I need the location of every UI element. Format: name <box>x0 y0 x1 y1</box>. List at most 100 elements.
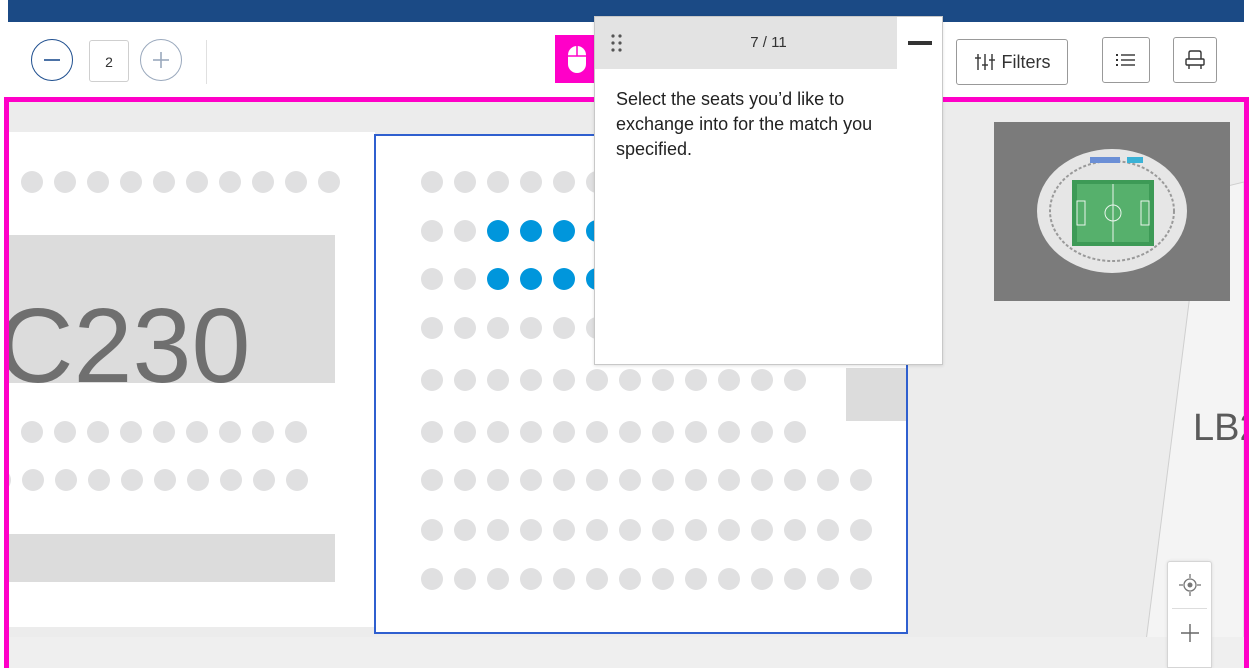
seat[interactable] <box>219 421 241 443</box>
seat[interactable] <box>718 519 740 541</box>
seat[interactable] <box>520 469 542 491</box>
seat[interactable] <box>186 171 208 193</box>
seat[interactable] <box>652 369 674 391</box>
seat[interactable] <box>487 421 509 443</box>
seat[interactable] <box>652 568 674 590</box>
seat[interactable] <box>454 317 476 339</box>
select-mode-button[interactable] <box>555 35 599 83</box>
stadium-overview-minimap[interactable] <box>994 122 1230 301</box>
seat[interactable] <box>454 220 476 242</box>
seat[interactable] <box>421 268 443 290</box>
seat[interactable] <box>784 421 806 443</box>
zoom-in-button[interactable] <box>1168 610 1211 656</box>
seat[interactable] <box>685 421 707 443</box>
seat[interactable] <box>784 568 806 590</box>
seat[interactable] <box>751 519 773 541</box>
seat[interactable] <box>553 469 575 491</box>
increase-quantity-button[interactable] <box>140 39 182 81</box>
selected-seat[interactable] <box>553 268 575 290</box>
seat[interactable] <box>652 519 674 541</box>
seat[interactable] <box>87 171 109 193</box>
seat[interactable] <box>421 519 443 541</box>
seat[interactable] <box>153 171 175 193</box>
seat[interactable] <box>553 519 575 541</box>
selected-seat[interactable] <box>553 220 575 242</box>
seat[interactable] <box>751 369 773 391</box>
seat[interactable] <box>252 171 274 193</box>
seat[interactable] <box>619 519 641 541</box>
seat[interactable] <box>454 171 476 193</box>
seat[interactable] <box>850 469 872 491</box>
seat[interactable] <box>586 519 608 541</box>
seat[interactable] <box>619 568 641 590</box>
seat[interactable] <box>751 568 773 590</box>
seat[interactable] <box>718 369 740 391</box>
selected-seat[interactable] <box>487 268 509 290</box>
seat[interactable] <box>154 469 176 491</box>
seat[interactable] <box>817 519 839 541</box>
seat[interactable] <box>685 469 707 491</box>
seat[interactable] <box>252 421 274 443</box>
seat[interactable] <box>285 421 307 443</box>
seat[interactable] <box>421 220 443 242</box>
seat[interactable] <box>553 421 575 443</box>
seat[interactable] <box>21 171 43 193</box>
seat[interactable] <box>751 421 773 443</box>
seat[interactable] <box>487 568 509 590</box>
seat[interactable] <box>850 519 872 541</box>
seat[interactable] <box>553 369 575 391</box>
seat[interactable] <box>520 568 542 590</box>
seat[interactable] <box>487 369 509 391</box>
seat[interactable] <box>421 317 443 339</box>
seat-view-button[interactable] <box>1173 37 1217 83</box>
list-view-button[interactable] <box>1102 37 1150 83</box>
seat[interactable] <box>520 421 542 443</box>
seat[interactable] <box>220 469 242 491</box>
seat[interactable] <box>586 421 608 443</box>
seat[interactable] <box>784 369 806 391</box>
seat[interactable] <box>652 421 674 443</box>
quantity-value[interactable]: 2 <box>89 40 129 82</box>
seat[interactable] <box>784 469 806 491</box>
seat[interactable] <box>187 469 209 491</box>
seat[interactable] <box>685 519 707 541</box>
minimize-button[interactable] <box>897 17 942 69</box>
seat[interactable] <box>520 519 542 541</box>
seat[interactable] <box>121 469 143 491</box>
seat[interactable] <box>751 469 773 491</box>
seat[interactable] <box>219 171 241 193</box>
seat[interactable] <box>55 469 77 491</box>
seat[interactable] <box>454 519 476 541</box>
seat[interactable] <box>784 519 806 541</box>
seat[interactable] <box>88 469 110 491</box>
seat[interactable] <box>54 421 76 443</box>
selected-seat[interactable] <box>520 268 542 290</box>
seat[interactable] <box>421 469 443 491</box>
seat[interactable] <box>54 171 76 193</box>
drag-handle-icon[interactable] <box>609 32 625 54</box>
seat[interactable] <box>285 171 307 193</box>
decrease-quantity-button[interactable] <box>31 39 73 81</box>
seat[interactable] <box>817 469 839 491</box>
seat[interactable] <box>619 369 641 391</box>
seat[interactable] <box>718 568 740 590</box>
seat[interactable] <box>718 421 740 443</box>
seat[interactable] <box>685 568 707 590</box>
locate-button[interactable] <box>1168 562 1211 608</box>
seat[interactable] <box>153 421 175 443</box>
seat[interactable] <box>454 421 476 443</box>
seat[interactable] <box>520 317 542 339</box>
filters-button[interactable]: Filters <box>956 39 1068 85</box>
seat[interactable] <box>421 369 443 391</box>
seat[interactable] <box>120 421 142 443</box>
seat[interactable] <box>487 519 509 541</box>
seat[interactable] <box>586 469 608 491</box>
seat[interactable] <box>318 171 340 193</box>
seat[interactable] <box>619 421 641 443</box>
seat[interactable] <box>652 469 674 491</box>
seat[interactable] <box>586 568 608 590</box>
seat[interactable] <box>685 369 707 391</box>
seat[interactable] <box>454 469 476 491</box>
seat[interactable] <box>253 469 275 491</box>
seat[interactable] <box>421 568 443 590</box>
